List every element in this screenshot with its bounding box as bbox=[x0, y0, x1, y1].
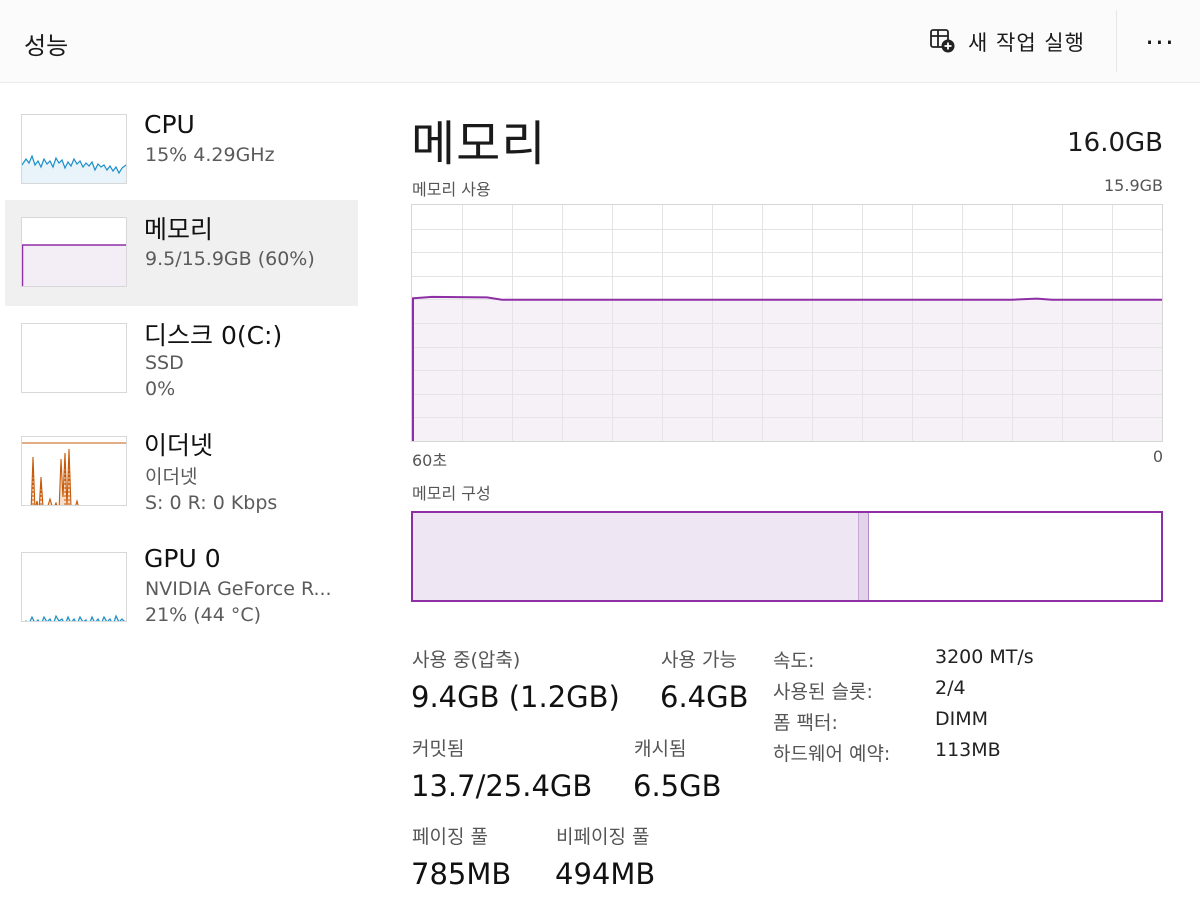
sidebar-item-detail-2: 21% (44 °C) bbox=[145, 604, 262, 626]
gpu-thumbnail-graph bbox=[21, 552, 127, 622]
header-bar: 성능 새 작업 실행 ··· bbox=[0, 0, 1200, 83]
sidebar-item-name: 이더넷 bbox=[144, 431, 214, 460]
sidebar-item-detail: 9.5/15.9GB (60%) bbox=[145, 248, 315, 270]
cpu-thumbnail-graph bbox=[21, 114, 127, 184]
more-options-button[interactable]: ··· bbox=[1143, 24, 1177, 60]
page-title: 성능 bbox=[24, 32, 69, 60]
committed-value: 13.7/25.4GB bbox=[411, 769, 593, 803]
memory-composition-bar bbox=[411, 511, 1163, 602]
composition-label: 메모리 구성 bbox=[412, 484, 491, 503]
memory-title: 메모리 bbox=[411, 116, 547, 172]
hardware-reserved-value: 113MB bbox=[935, 739, 1001, 761]
nonpaged-pool-label: 비페이징 풀 bbox=[556, 826, 650, 848]
ethernet-thumbnail-graph bbox=[21, 436, 127, 506]
in-use-value: 9.4GB (1.2GB) bbox=[411, 680, 620, 714]
speed-value: 3200 MT/s bbox=[935, 646, 1034, 668]
header-divider bbox=[1116, 10, 1117, 72]
sidebar-item-name: GPU 0 bbox=[144, 544, 221, 573]
usage-chart-max-label: 15.9GB bbox=[1104, 176, 1163, 195]
new-task-icon bbox=[928, 26, 956, 58]
usage-chart-time-label: 60초 bbox=[412, 451, 448, 470]
sidebar-item-detail-2: S: 0 R: 0 Kbps bbox=[145, 492, 278, 514]
in-use-label: 사용 중(압축) bbox=[412, 649, 521, 671]
sidebar-item-detail: SSD bbox=[145, 352, 184, 374]
sidebar-item-name: CPU bbox=[144, 110, 195, 139]
sidebar-item-gpu[interactable]: GPU 0 NVIDIA GeForce R... 21% (44 °C) bbox=[5, 540, 358, 646]
sidebar-item-disk[interactable]: 디스크 0(C:) SSD 0% bbox=[5, 307, 358, 413]
sidebar-item-detail-2: 0% bbox=[145, 378, 176, 400]
available-label: 사용 가능 bbox=[661, 649, 737, 671]
sidebar-item-memory[interactable]: 메모리 9.5/15.9GB (60%) bbox=[5, 200, 358, 306]
paged-pool-label: 페이징 풀 bbox=[412, 826, 488, 848]
slots-used-value: 2/4 bbox=[935, 677, 966, 699]
form-factor-label: 폼 팩터: bbox=[773, 712, 838, 734]
speed-label: 속도: bbox=[773, 650, 815, 672]
sidebar-item-detail: NVIDIA GeForce R... bbox=[145, 578, 332, 600]
memory-total: 16.0GB bbox=[1067, 128, 1163, 158]
slots-used-label: 사용된 슬롯: bbox=[773, 681, 873, 703]
sidebar-item-detail: 15% 4.29GHz bbox=[145, 144, 275, 166]
cached-value: 6.5GB bbox=[633, 769, 722, 803]
composition-modified bbox=[858, 513, 869, 600]
sidebar-item-name: 디스크 0(C:) bbox=[144, 321, 283, 350]
sidebar-item-ethernet[interactable]: 이더넷 이더넷 S: 0 R: 0 Kbps bbox=[5, 422, 358, 528]
usage-area bbox=[412, 296, 1162, 441]
run-new-task-label: 새 작업 실행 bbox=[968, 31, 1085, 55]
nonpaged-pool-value: 494MB bbox=[555, 857, 656, 891]
run-new-task-button[interactable]: 새 작업 실행 bbox=[928, 22, 1085, 62]
form-factor-value: DIMM bbox=[935, 708, 989, 730]
sidebar-item-cpu[interactable]: CPU 15% 4.29GHz bbox=[5, 96, 358, 202]
usage-chart-label: 메모리 사용 bbox=[412, 180, 491, 199]
sidebar-item-detail: 이더넷 bbox=[145, 466, 198, 488]
disk-thumbnail-graph bbox=[21, 323, 127, 393]
cached-label: 캐시됨 bbox=[634, 738, 687, 760]
composition-standby bbox=[869, 513, 1161, 600]
available-value: 6.4GB bbox=[660, 680, 749, 714]
sidebar-item-name: 메모리 bbox=[144, 215, 214, 244]
memory-thumbnail-graph bbox=[21, 217, 127, 287]
committed-label: 커밋됨 bbox=[412, 738, 465, 760]
usage-chart-zero-label: 0 bbox=[1152, 447, 1163, 466]
hardware-reserved-label: 하드웨어 예약: bbox=[773, 743, 891, 765]
usage-line bbox=[412, 295, 1162, 301]
memory-usage-graph bbox=[412, 205, 1162, 441]
composition-in-use bbox=[413, 513, 858, 600]
memory-usage-chart bbox=[411, 204, 1163, 442]
paged-pool-value: 785MB bbox=[411, 857, 512, 891]
